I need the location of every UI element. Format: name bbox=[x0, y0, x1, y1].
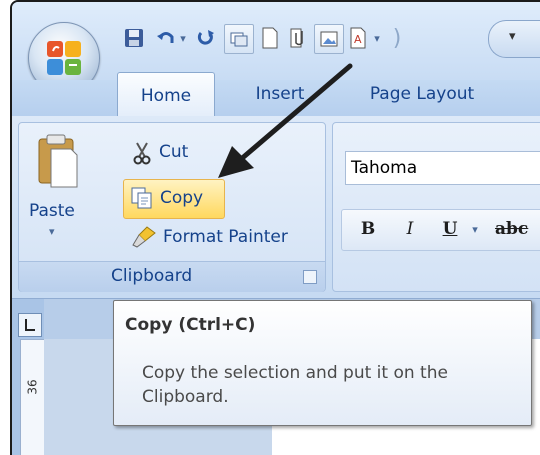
customize-qat-button[interactable]: ▾ bbox=[488, 20, 540, 58]
new-document-icon bbox=[262, 27, 278, 49]
tooltip-title: Copy (Ctrl+C) bbox=[125, 315, 256, 335]
picture-button[interactable] bbox=[314, 24, 344, 54]
format-painter-button[interactable]: Format Painter bbox=[129, 221, 325, 253]
office-logo-icon bbox=[47, 41, 81, 75]
bold-button[interactable]: B bbox=[353, 214, 383, 244]
chevron-down-icon: ▾ bbox=[509, 29, 516, 44]
attach-button[interactable] bbox=[284, 24, 312, 52]
attach-icon bbox=[290, 28, 303, 48]
qat-windows-button[interactable] bbox=[224, 24, 254, 54]
chevron-down-icon: ▾ bbox=[49, 225, 55, 238]
paste-label: Paste bbox=[29, 201, 75, 221]
tooltip-body: Copy the selection and put it on the Cli… bbox=[142, 363, 448, 407]
tab-selector-button[interactable] bbox=[18, 313, 42, 337]
undo-dropdown[interactable]: ▾ bbox=[176, 24, 190, 52]
clipboard-paste-icon bbox=[38, 134, 78, 188]
picture-icon bbox=[320, 31, 338, 47]
font-name-value: Tahoma bbox=[351, 158, 418, 178]
paintbrush-icon bbox=[132, 226, 156, 248]
paste-button[interactable]: Paste ▾ bbox=[27, 129, 87, 249]
tab-label: Insert bbox=[255, 84, 305, 104]
vertical-ruler: 36 bbox=[20, 339, 46, 455]
tab-page-layout[interactable]: Page Layout bbox=[352, 72, 492, 116]
tab-label: Home bbox=[140, 85, 192, 106]
windows-icon bbox=[230, 32, 248, 47]
underline-button[interactable]: U bbox=[435, 214, 465, 244]
left-tab-icon bbox=[25, 319, 35, 331]
font-name-input[interactable]: Tahoma bbox=[345, 151, 540, 185]
strikethrough-button[interactable]: abc bbox=[495, 214, 540, 244]
italic-button[interactable]: I bbox=[395, 214, 425, 244]
bold-label: B bbox=[360, 219, 376, 239]
scissors-icon bbox=[133, 142, 151, 165]
qat-separator: ) bbox=[392, 25, 402, 51]
ribbon: Paste ▾ Cut Copy Format Painter Clipboar… bbox=[12, 116, 540, 299]
tab-home[interactable]: Home bbox=[117, 72, 215, 118]
clipboard-group-footer: Clipboard bbox=[19, 261, 325, 292]
copy-button[interactable]: Copy bbox=[123, 179, 225, 219]
svg-text:A: A bbox=[354, 33, 362, 46]
tab-label: Page Layout bbox=[369, 84, 475, 104]
underline-dropdown[interactable]: ▾ bbox=[467, 214, 483, 244]
spelling-icon: A bbox=[350, 27, 366, 49]
clipboard-group-label: Clipboard bbox=[111, 266, 193, 286]
new-document-button[interactable] bbox=[256, 24, 284, 52]
copy-icon bbox=[131, 187, 152, 209]
spelling-button[interactable]: A bbox=[344, 24, 372, 52]
italic-label: I bbox=[406, 219, 414, 239]
ruler-tick-label: 36 bbox=[25, 379, 40, 395]
redo-button[interactable] bbox=[192, 24, 220, 52]
dialog-launcher-icon[interactable] bbox=[303, 270, 317, 284]
cut-label: Cut bbox=[159, 142, 189, 162]
underline-label: U bbox=[442, 219, 458, 239]
format-painter-label: Format Painter bbox=[163, 227, 288, 247]
redo-icon bbox=[197, 30, 214, 45]
save-button[interactable] bbox=[120, 24, 148, 52]
font-group: Tahoma B I U ▾ abc bbox=[332, 122, 540, 292]
undo-icon bbox=[157, 32, 174, 43]
cut-button[interactable]: Cut bbox=[129, 139, 229, 169]
copy-label: Copy bbox=[160, 188, 204, 208]
clipboard-group: Paste ▾ Cut Copy Format Painter Clipboar… bbox=[18, 122, 326, 292]
tab-insert[interactable]: Insert bbox=[240, 72, 320, 116]
strike-label: abc bbox=[495, 219, 529, 239]
spelling-dropdown[interactable]: ▾ bbox=[370, 24, 384, 52]
save-icon bbox=[125, 29, 143, 47]
copy-tooltip: Copy (Ctrl+C) Copy the selection and put… bbox=[113, 300, 532, 426]
